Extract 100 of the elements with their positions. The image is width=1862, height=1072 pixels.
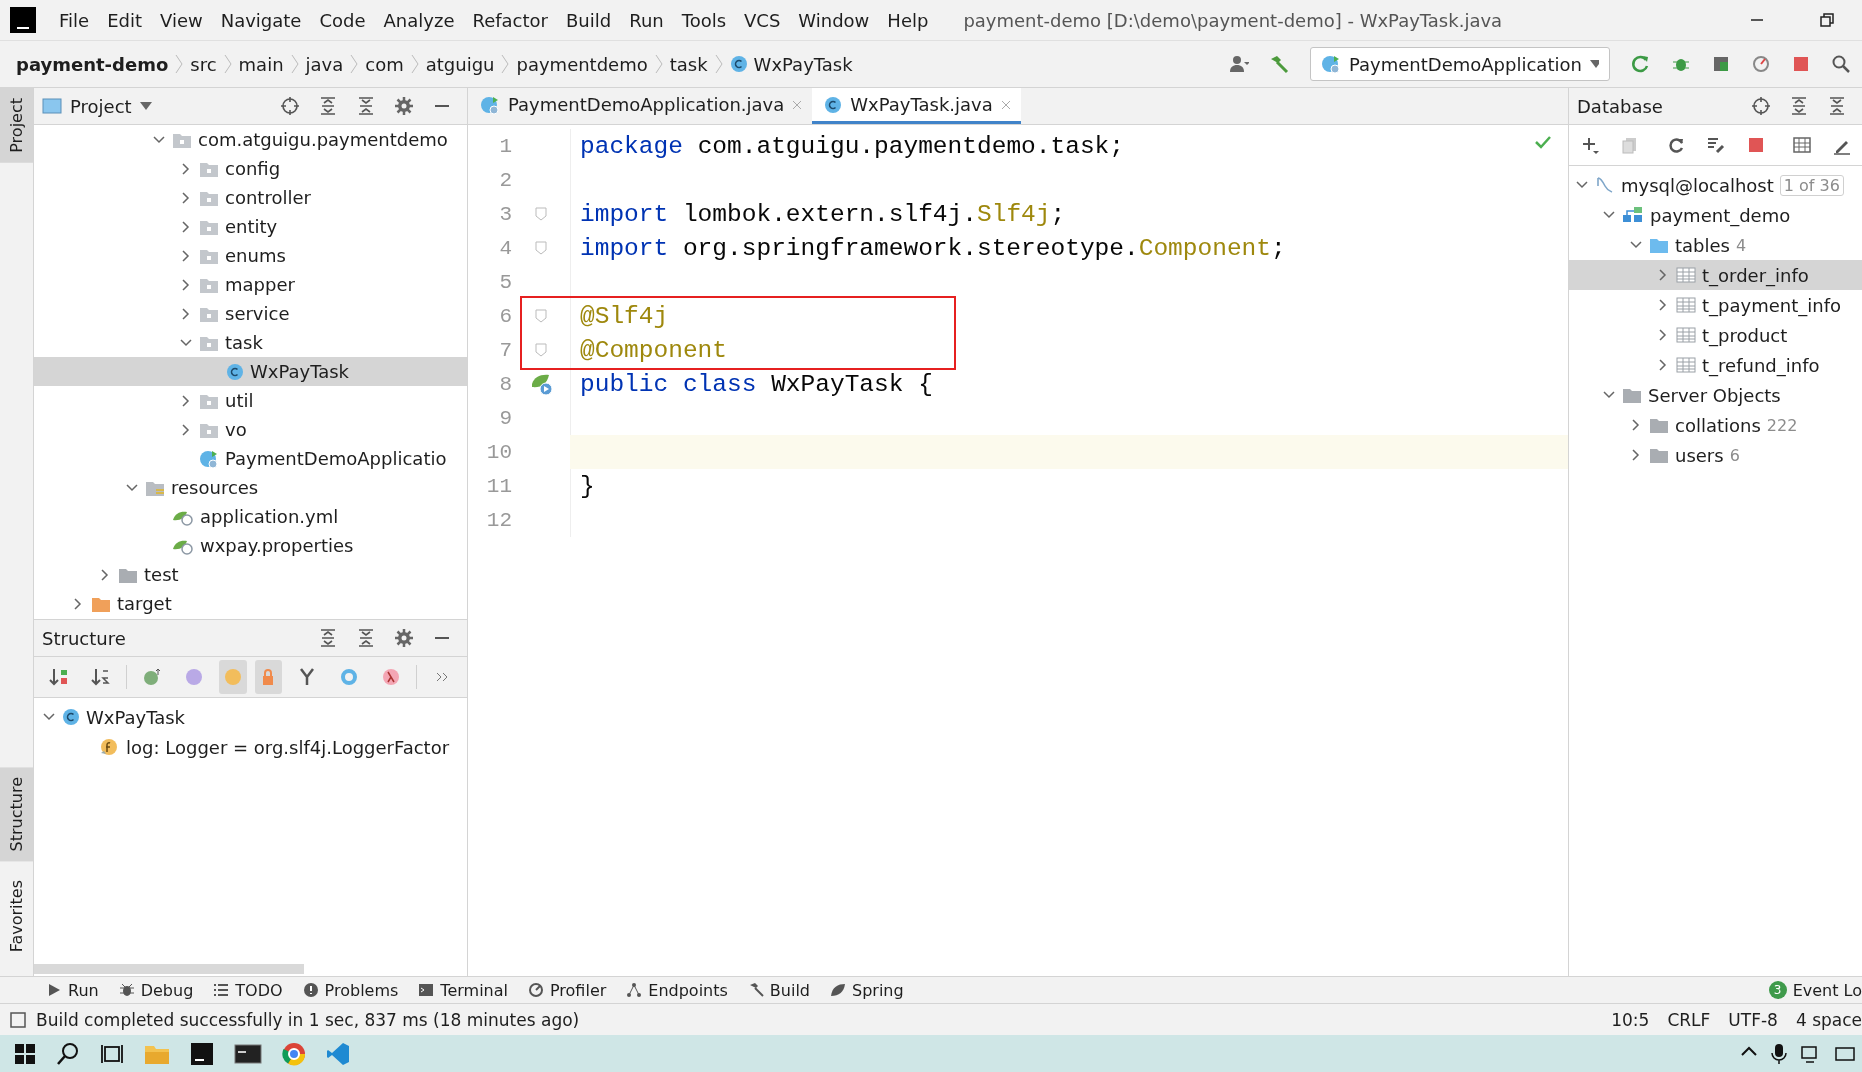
event-log-tab[interactable]: 3 Event Lo	[1768, 980, 1862, 1000]
tree-item[interactable]: enums	[34, 241, 467, 270]
breadcrumb[interactable]: paymentdemo	[516, 44, 648, 84]
editor-tab[interactable]: PaymentDemoApplication.java	[468, 88, 813, 124]
tree-item[interactable]: service	[34, 299, 467, 328]
fields-toggle-button[interactable]	[218, 660, 247, 694]
tree-item[interactable]: WxPayTask	[34, 702, 467, 732]
menu-item[interactable]: Code	[310, 0, 375, 40]
lambda-icon[interactable]	[381, 667, 402, 687]
coverage-icon[interactable]	[1711, 54, 1731, 74]
side-tab[interactable]: Favorites	[0, 869, 33, 962]
menu-item[interactable]: Run	[620, 0, 673, 40]
status-item[interactable]: 10:5	[1611, 1009, 1650, 1030]
wrench-icon[interactable]	[1706, 135, 1726, 155]
sort-alpha-icon[interactable]	[91, 667, 111, 687]
tree-item[interactable]: vo	[34, 415, 467, 444]
expand-all-icon[interactable]	[318, 628, 338, 648]
tree-item[interactable]: com.atguigu.paymentdemo	[34, 125, 467, 154]
tree-item[interactable]: Server Objects	[1569, 380, 1862, 410]
run-configuration-dropdown[interactable]: PaymentDemoApplication	[1310, 47, 1610, 81]
table-view-icon[interactable]	[1792, 135, 1812, 155]
fold-marker-icon[interactable]	[535, 343, 547, 357]
tree-item[interactable]: test	[34, 560, 467, 589]
menu-item[interactable]: Window	[789, 0, 879, 40]
rerun-icon[interactable]	[1631, 54, 1651, 74]
project-view-dropdown[interactable]: Project	[42, 95, 152, 117]
tool-window-tab[interactable]: Endpoints	[620, 977, 742, 1003]
breadcrumb[interactable]: payment-demo	[16, 44, 169, 84]
menu-item[interactable]: Help	[878, 0, 938, 40]
status-item[interactable]: UTF-8	[1728, 1009, 1778, 1030]
expand-all-icon[interactable]	[1789, 96, 1809, 116]
tool-window-tab[interactable]: Debug	[112, 977, 208, 1003]
breadcrumb[interactable]: task	[669, 44, 708, 84]
tree-item[interactable]: target	[34, 589, 467, 618]
breadcrumb[interactable]: src	[190, 44, 217, 84]
breadcrumb[interactable]: main	[238, 44, 284, 84]
tree-item[interactable]: entity	[34, 212, 467, 241]
tool-window-tab[interactable]: Profiler	[521, 977, 621, 1003]
tree-item[interactable]: util	[34, 386, 467, 415]
restore-icon[interactable]	[1819, 12, 1835, 28]
tree-item[interactable]: users 6	[1569, 440, 1862, 470]
tool-window-tab[interactable]: Run	[40, 977, 113, 1003]
tree-item[interactable]: t_refund_info	[1569, 350, 1862, 380]
tool-window-tab[interactable]: Build	[741, 977, 824, 1003]
stop-icon[interactable]	[1791, 54, 1811, 74]
collapse-all-icon[interactable]	[1827, 96, 1847, 116]
fold-marker-icon[interactable]	[535, 309, 547, 323]
panel-toggle-icon[interactable]	[10, 1011, 26, 1028]
settings-icon[interactable]	[394, 96, 414, 116]
tree-item[interactable]: tables 4	[1569, 230, 1862, 260]
tree-item[interactable]: task	[34, 328, 467, 357]
expand-all-icon[interactable]	[318, 96, 338, 116]
collapse-all-icon[interactable]	[356, 628, 376, 648]
menu-item[interactable]: Navigate	[211, 0, 311, 40]
tree-item[interactable]: collations 222	[1569, 410, 1862, 440]
private-toggle-button[interactable]	[254, 660, 283, 694]
tool-window-tab[interactable]: Problems	[296, 977, 413, 1003]
tree-item[interactable]: config	[34, 154, 467, 183]
fold-marker-icon[interactable]	[535, 207, 547, 221]
menu-item[interactable]: Build	[557, 0, 621, 40]
tool-window-tab[interactable]: Terminal	[412, 977, 522, 1003]
tree-item[interactable]: resources	[34, 473, 467, 502]
tree-item[interactable]: t_product	[1569, 320, 1862, 350]
locate-icon[interactable]	[280, 96, 300, 116]
side-tab[interactable]: Project	[0, 88, 33, 163]
tool-window-tab[interactable]: TODO	[207, 977, 297, 1003]
menu-item[interactable]: Refactor	[463, 0, 557, 40]
menu-item[interactable]: Tools	[672, 0, 736, 40]
tool-window-tab[interactable]: Spring	[824, 977, 918, 1003]
menu-item[interactable]: VCS	[735, 0, 790, 40]
tree-item[interactable]: wxpay.properties	[34, 531, 467, 560]
tree-item[interactable]: controller	[34, 183, 467, 212]
locate-icon[interactable]	[1751, 96, 1771, 116]
tree-item[interactable]: t_payment_info	[1569, 290, 1862, 320]
menu-item[interactable]: Edit	[98, 0, 151, 40]
status-item[interactable]: CRLF	[1667, 1009, 1711, 1030]
status-item[interactable]: 4 space	[1795, 1009, 1862, 1030]
add-icon[interactable]	[1580, 135, 1600, 155]
profiler-icon[interactable]	[1751, 54, 1771, 74]
tree-item[interactable]: mysql@localhost 1 of 36	[1569, 170, 1862, 200]
tree-item[interactable]: mapper	[34, 270, 467, 299]
hammer-icon[interactable]	[1269, 54, 1289, 74]
user-icon[interactable]	[1229, 54, 1249, 74]
refresh-icon[interactable]	[1666, 135, 1686, 155]
breadcrumb[interactable]: WxPayTask	[729, 44, 853, 84]
run-gutter-icon[interactable]	[529, 372, 553, 396]
menu-item[interactable]: File	[50, 0, 99, 40]
stop-icon[interactable]	[1746, 135, 1766, 155]
collapse-all-icon[interactable]	[356, 96, 376, 116]
fold-marker-icon[interactable]	[535, 241, 547, 255]
tree-item[interactable]: payment_demo	[1569, 200, 1862, 230]
tree-item[interactable]: application.yml	[34, 502, 467, 531]
editor-tab[interactable]: WxPayTask.java	[812, 88, 1021, 124]
menu-item[interactable]: Analyze	[374, 0, 464, 40]
breadcrumb[interactable]: java	[305, 44, 344, 84]
tree-item[interactable]: PaymentDemoApplicatio	[34, 444, 467, 473]
side-tab[interactable]: Structure	[0, 767, 33, 862]
breadcrumb[interactable]: atguigu	[425, 44, 495, 84]
tree-item[interactable]: t_order_info	[1569, 260, 1862, 290]
tree-item[interactable]: log: Logger = org.slf4j.LoggerFactor	[34, 732, 467, 762]
